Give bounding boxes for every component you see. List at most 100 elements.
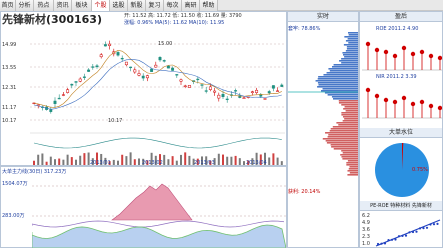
chip-bar <box>315 80 358 82</box>
chip-bar <box>329 130 358 132</box>
volume-bar <box>45 161 48 165</box>
date-label: 2013/01 <box>90 160 111 165</box>
tab-6[interactable]: 选股 <box>110 0 128 11</box>
chip-bar <box>344 118 358 120</box>
candle-body <box>116 52 120 56</box>
volume-bar <box>133 159 136 165</box>
chip-bar <box>341 104 358 106</box>
volume-bar <box>83 153 86 165</box>
tab-11[interactable]: 帮助 <box>200 0 218 11</box>
volume-bar <box>272 153 275 165</box>
tab-9[interactable]: 每次 <box>164 0 182 11</box>
candle-body <box>141 75 145 79</box>
chip-bar <box>349 172 358 174</box>
tab-2[interactable]: 热点 <box>34 0 54 11</box>
tab-7[interactable]: 新股 <box>128 0 146 11</box>
lollipop-head <box>365 41 371 47</box>
volume-bar <box>167 159 170 165</box>
volume-bar <box>171 156 174 165</box>
chip-bar <box>332 98 358 100</box>
chip-bar <box>348 32 358 34</box>
pie-value: 0.75% <box>412 167 428 173</box>
ma5-line <box>33 50 282 108</box>
candle-body <box>162 60 166 62</box>
volume-bar <box>188 155 191 165</box>
volume-bar <box>117 160 119 165</box>
candle-body <box>263 98 267 100</box>
volume-bar <box>268 157 271 165</box>
chip-bar <box>323 74 358 76</box>
candle-body <box>234 90 238 92</box>
scatter-point <box>404 234 408 237</box>
chip-bar <box>325 132 358 134</box>
chip-bar <box>342 152 358 154</box>
scatter-tick: 3.6 <box>362 227 370 233</box>
chip-bar <box>345 110 358 112</box>
candle-body <box>82 76 86 78</box>
lollipop-head <box>410 101 416 107</box>
lollipop-head <box>392 53 398 59</box>
chip-bar <box>328 68 358 70</box>
lollipop-head <box>374 93 380 99</box>
chip-bar <box>322 88 358 90</box>
chip-bar <box>348 168 358 170</box>
scatter-point <box>376 242 380 246</box>
chip-bar <box>344 106 358 108</box>
candle-body <box>120 57 124 60</box>
candle-body <box>78 78 82 82</box>
volume-bar <box>58 158 61 165</box>
candle-body <box>175 74 179 76</box>
scatter-point <box>432 223 436 226</box>
lollipop-head <box>428 53 434 59</box>
chip-bar <box>328 134 358 136</box>
chip-bar <box>349 166 358 168</box>
candle-body <box>225 98 229 101</box>
price-label: 14.99 <box>2 42 16 48</box>
tab-3[interactable]: 资讯 <box>54 0 72 11</box>
roe-label: ROE 2011.2 4.90 <box>376 26 419 32</box>
volume-bar <box>66 154 69 165</box>
tab-4[interactable]: 板块 <box>72 0 92 11</box>
chip-bar <box>331 146 358 148</box>
tab-5[interactable]: 个股 <box>92 0 110 11</box>
chip-bar <box>317 86 358 88</box>
chip-bar <box>321 90 358 92</box>
candle-body <box>271 85 275 89</box>
scatter-point <box>422 227 425 230</box>
candle-body <box>133 69 137 73</box>
tab-0[interactable]: 首页 <box>0 0 16 11</box>
volume-bar <box>234 155 237 165</box>
scatter-point <box>411 230 415 234</box>
chip-bar <box>343 108 358 110</box>
candle-body <box>179 79 183 82</box>
chip-bar <box>318 76 358 78</box>
scatter-tick: 4.9 <box>362 220 370 226</box>
chip-bar <box>347 160 358 162</box>
chip-bar <box>346 162 358 164</box>
volume-title-text: 大单主力线(30日) <box>2 169 43 175</box>
lollipop-head <box>365 87 371 93</box>
tab-1[interactable]: 分析 <box>16 0 34 11</box>
lollipop-head <box>419 99 425 105</box>
chip-bar <box>341 62 358 64</box>
candle-body <box>196 78 200 81</box>
pe-roe-chart: 6.24.93.62.31.0 <box>362 213 441 247</box>
chip-bar <box>347 170 358 172</box>
price-label: 13.55 <box>2 65 16 71</box>
chip-bar <box>344 36 358 38</box>
volume-bar <box>129 152 132 165</box>
lollipop-head <box>401 45 407 51</box>
volume-bar <box>112 159 115 165</box>
candle-body <box>255 89 259 93</box>
volume-bar <box>33 160 35 165</box>
nir-lollipop-chart <box>362 87 442 119</box>
chip-bar <box>339 60 358 62</box>
candle-body <box>154 64 158 68</box>
candle-body <box>221 93 225 98</box>
candle-body <box>70 83 74 86</box>
scatter-point <box>390 238 394 241</box>
tab-10[interactable]: 高研 <box>182 0 200 11</box>
candle-body <box>200 84 204 86</box>
tab-8[interactable]: 复习 <box>146 0 164 11</box>
chip-bar <box>341 150 358 152</box>
